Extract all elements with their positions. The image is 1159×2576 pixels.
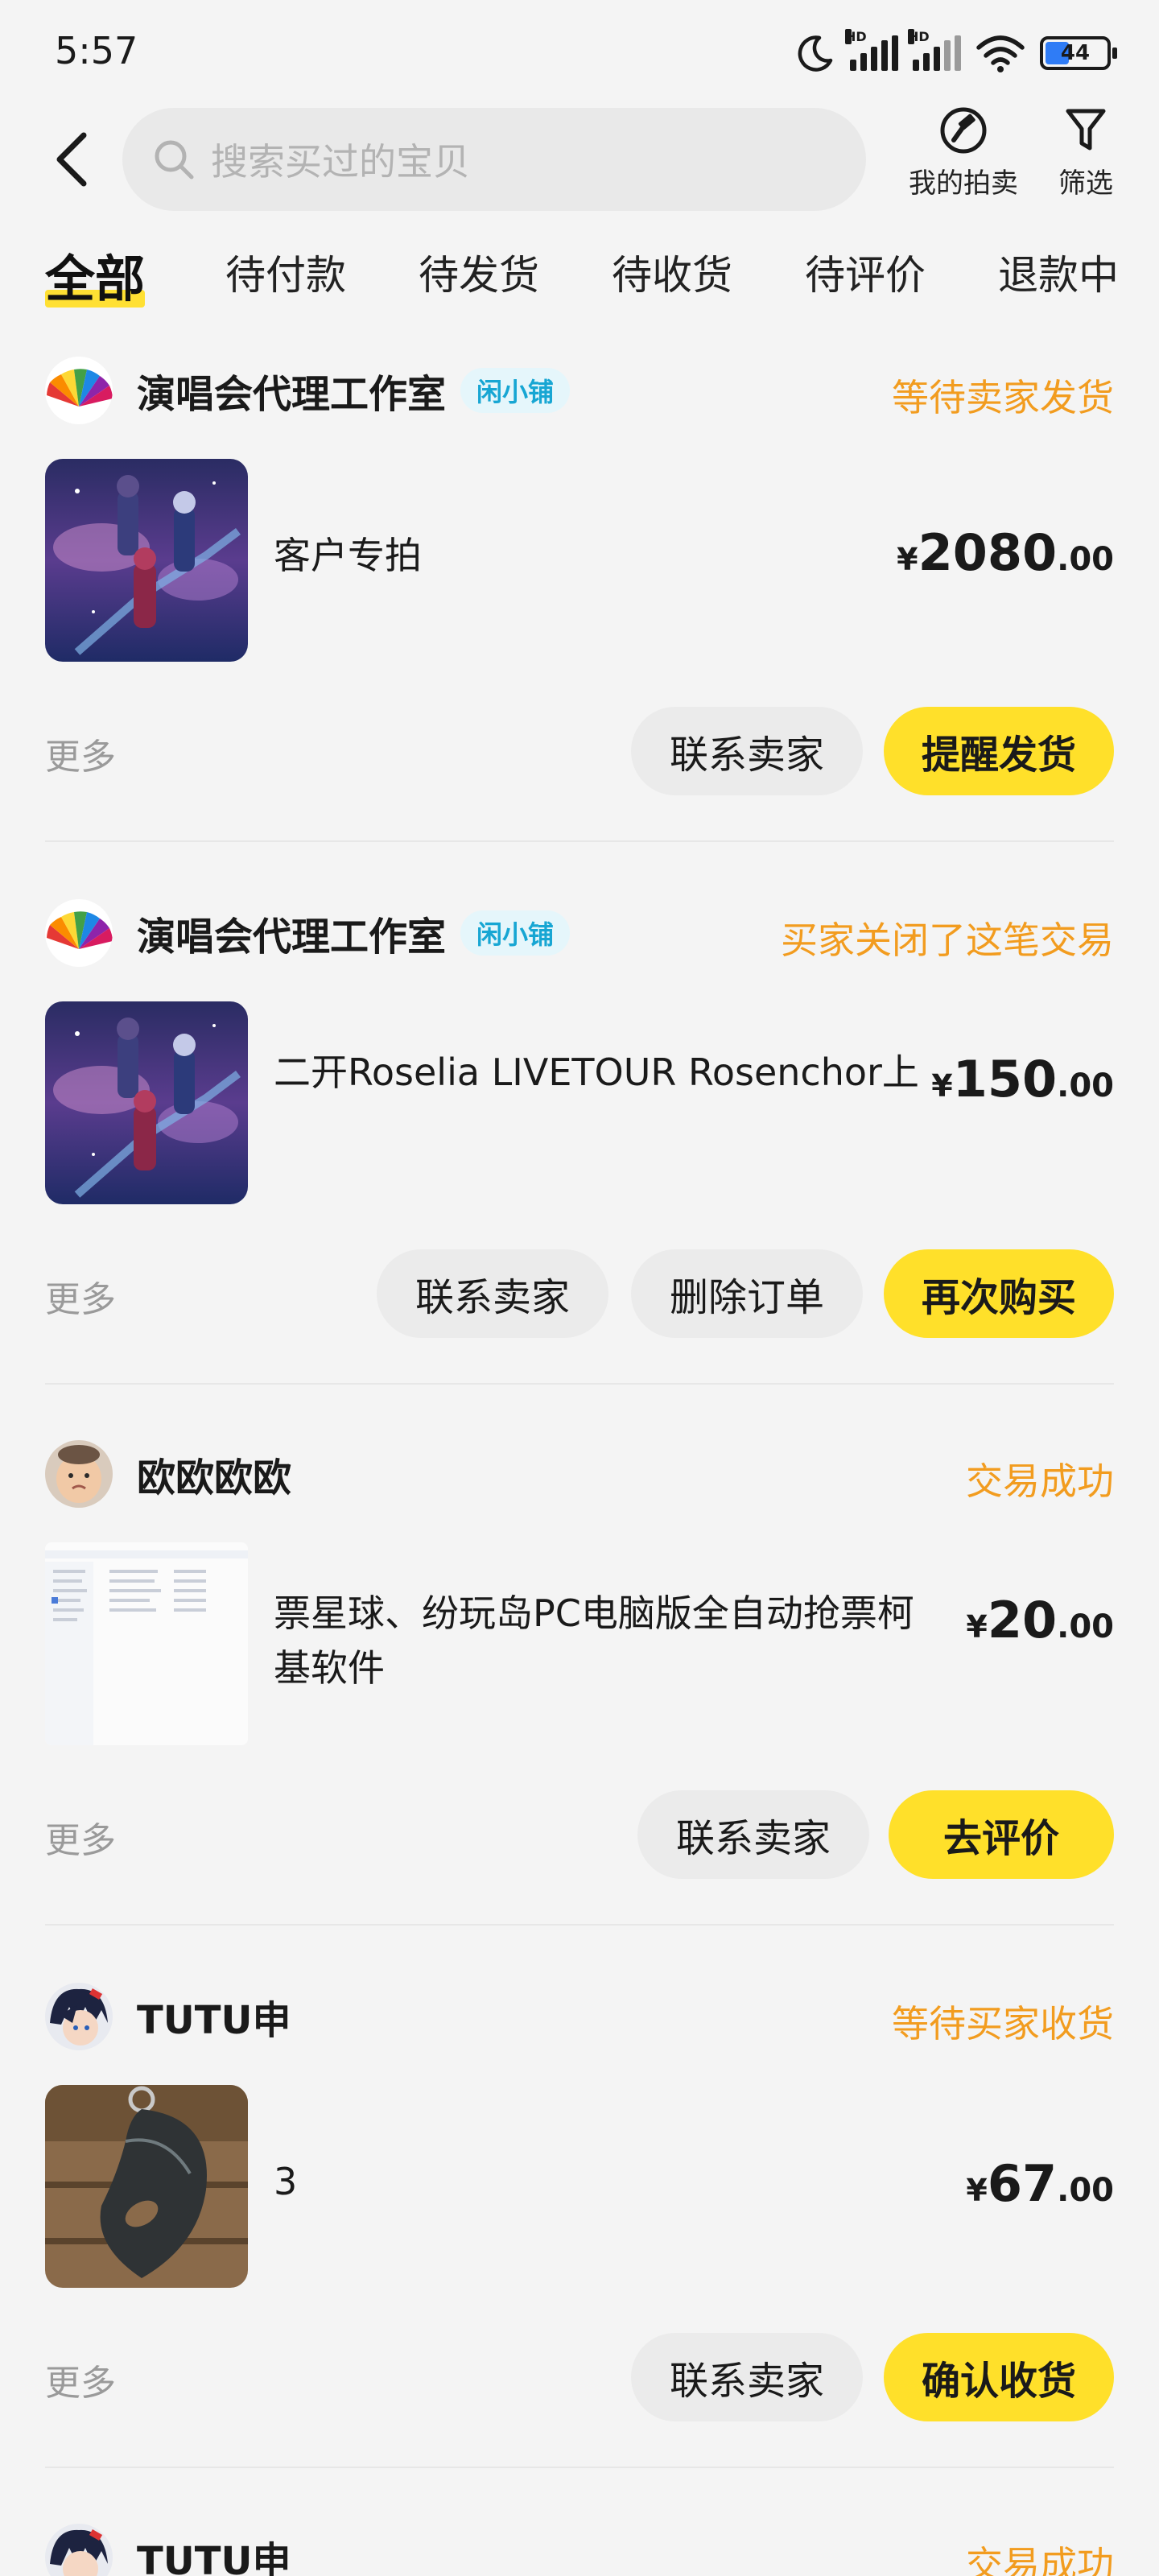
tab-pending-payment[interactable]: 待付款 [225, 243, 346, 301]
delete-order-button[interactable]: 删除订单 [631, 1249, 863, 1338]
signal-icon: HD [908, 29, 961, 71]
auction-icon [940, 107, 987, 154]
seller-avatar [45, 2524, 113, 2576]
order-status: 等待买家收货 [892, 2002, 1114, 2046]
shop-badge: 闲小铺 [460, 910, 571, 956]
moon-icon [798, 35, 833, 72]
shop-row[interactable]: 欧欧欧欧 [45, 1438, 1114, 1510]
remind-shipment-button[interactable]: 提醒发货 [884, 707, 1114, 795]
item-price: ¥20.00 [966, 1591, 1114, 1649]
buy-again-button[interactable]: 再次购买 [884, 1249, 1114, 1338]
anime-avatar-image [45, 1983, 113, 2050]
order-divider [45, 2467, 1114, 2468]
seller-avatar [45, 1983, 113, 2050]
item-thumbnail[interactable] [45, 459, 248, 662]
more-link[interactable]: 更多 [45, 2354, 116, 2405]
tab-pending-receipt[interactable]: 待收货 [612, 243, 732, 301]
baby-face-avatar-image [45, 1440, 113, 1508]
contact-seller-button[interactable]: 联系卖家 [637, 1790, 869, 1879]
item-title[interactable]: 3 [274, 2154, 950, 2209]
battery-level: 44 [1060, 41, 1091, 65]
status-bar: 5:57 HD HD 44 [0, 0, 1159, 105]
shop-name: TUTU申 [137, 1998, 291, 2043]
order-card[interactable]: 欧欧欧欧 交易成功 票星球、纷玩岛PC电脑版全自动抢票柯基软件 ¥20.00 更… [45, 1438, 1114, 1926]
contact-seller-button[interactable]: 联系卖家 [631, 2333, 863, 2421]
shop-badge: 闲小铺 [460, 368, 571, 413]
search-input[interactable]: 搜索买过的宝贝 [122, 108, 866, 211]
back-button[interactable] [48, 127, 97, 192]
shop-name: 演唱会代理工作室 [137, 914, 447, 960]
search-placeholder: 搜索买过的宝贝 [211, 140, 470, 184]
item-thumbnail[interactable] [45, 2085, 248, 2288]
order-card[interactable]: TUTU申 等待买家收货 3 ¥67.00 更多 联系卖家 确认收货 [45, 1980, 1114, 2468]
tab-refunding[interactable]: 退款中 [998, 243, 1119, 301]
more-link[interactable]: 更多 [45, 728, 116, 779]
shop-logo-icon [45, 899, 113, 967]
orders-page: 5:57 HD HD 44 搜索买过的宝贝 我的拍卖 筛选 全部 待付款 待发货… [0, 0, 1159, 2576]
seller-avatar [45, 1440, 113, 1508]
order-card[interactable]: TUTU申 交易成功 [45, 2521, 1114, 2576]
item-thumbnail[interactable] [45, 1542, 248, 1745]
search-icon [155, 140, 194, 180]
contact-seller-button[interactable]: 联系卖家 [377, 1249, 608, 1338]
shop-avatar [45, 357, 113, 424]
leave-review-button[interactable]: 去评价 [889, 1790, 1114, 1879]
my-auction-button[interactable]: 我的拍卖 [895, 105, 1032, 200]
order-divider [45, 840, 1114, 842]
contact-seller-button[interactable]: 联系卖家 [631, 707, 863, 795]
order-divider [45, 1924, 1114, 1926]
anime-artwork-image [45, 459, 248, 662]
tab-pending-shipment[interactable]: 待发货 [419, 243, 539, 301]
item-price: ¥150.00 [931, 1050, 1114, 1108]
item-price: ¥67.00 [966, 2154, 1114, 2213]
status-time: 5:57 [55, 29, 138, 72]
signal-icon: HD [845, 29, 898, 71]
filter-icon [1066, 109, 1106, 151]
filter-button[interactable]: 筛选 [1041, 105, 1130, 200]
shop-logo-icon [45, 357, 113, 424]
tab-all[interactable]: 全部 [45, 238, 146, 311]
item-thumbnail[interactable] [45, 1001, 248, 1204]
shop-name: TUTU申 [137, 2539, 291, 2576]
order-status: 交易成功 [966, 1459, 1114, 1503]
order-status: 买家关闭了这笔交易 [781, 919, 1114, 962]
more-link[interactable]: 更多 [45, 1811, 116, 1863]
shop-avatar [45, 899, 113, 967]
order-tabs: 全部 待付款 待发货 待收货 待评价 退款中 [0, 238, 1159, 319]
confirm-receipt-button[interactable]: 确认收货 [884, 2333, 1114, 2421]
battery-icon: 44 [1040, 36, 1117, 70]
filter-label: 筛选 [1058, 167, 1113, 200]
order-status: 等待卖家发货 [892, 376, 1114, 419]
more-link[interactable]: 更多 [45, 1270, 116, 1322]
order-divider [45, 1383, 1114, 1385]
item-price: ¥2080.00 [897, 523, 1114, 582]
chevron-left-icon [56, 132, 87, 187]
mask-keychain-image [45, 2085, 248, 2288]
anime-artwork-image [45, 1001, 248, 1204]
order-card[interactable]: 演唱会代理工作室 闲小铺 等待卖家发货 客户专拍 ¥2080.00 更多 联系卖… [45, 354, 1114, 842]
shop-row[interactable]: TUTU申 [45, 2521, 1114, 2576]
my-auction-label: 我的拍卖 [909, 167, 1018, 200]
status-icons: HD HD 44 [795, 29, 1117, 76]
order-card[interactable]: 演唱会代理工作室 闲小铺 买家关闭了这笔交易 二开Roselia LIVETOU… [45, 897, 1114, 1385]
shop-name: 欧欧欧欧 [137, 1455, 292, 1501]
item-title[interactable]: 票星球、纷玩岛PC电脑版全自动抢票柯基软件 [274, 1586, 950, 1695]
anime-avatar-image [45, 2524, 113, 2576]
item-title[interactable]: 二开Roselia LIVETOUR Rosenchor上 [274, 1045, 950, 1100]
tab-pending-review[interactable]: 待评价 [805, 243, 926, 301]
item-title[interactable]: 客户专拍 [274, 528, 950, 583]
shop-name: 演唱会代理工作室 [137, 372, 447, 417]
wifi-icon [976, 35, 1025, 72]
network-badge: HD [908, 29, 930, 44]
software-screenshot-image [45, 1542, 248, 1745]
network-badge: HD [845, 29, 867, 44]
order-status: 交易成功 [966, 2543, 1114, 2576]
